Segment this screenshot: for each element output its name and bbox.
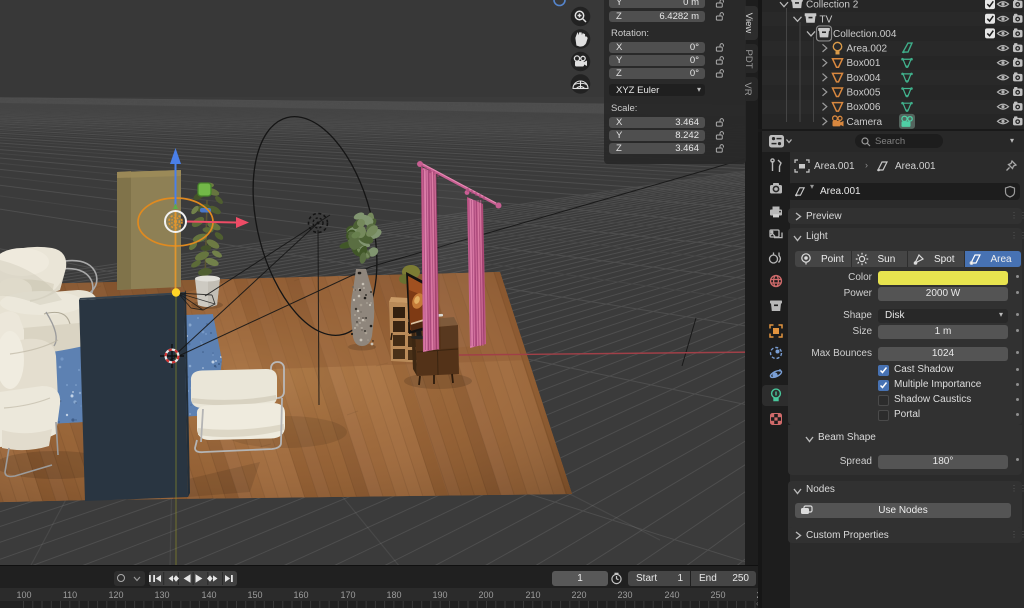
svg-text:Box001: Box001 <box>847 58 881 69</box>
svg-text:250: 250 <box>710 590 725 600</box>
svg-text:190: 190 <box>432 590 447 600</box>
svg-text:130: 130 <box>154 590 169 600</box>
svg-text:240: 240 <box>664 590 679 600</box>
svg-text:TV: TV <box>820 14 833 25</box>
svg-text:120: 120 <box>108 590 123 600</box>
svg-text:Area.002: Area.002 <box>847 44 888 55</box>
svg-text:Box006: Box006 <box>847 102 881 113</box>
svg-text:Box005: Box005 <box>847 88 881 99</box>
svg-text:220: 220 <box>571 590 586 600</box>
svg-text:Collection.004: Collection.004 <box>833 29 897 40</box>
svg-text:150: 150 <box>247 590 262 600</box>
svg-text:210: 210 <box>525 590 540 600</box>
svg-text:230: 230 <box>617 590 632 600</box>
svg-text:140: 140 <box>201 590 216 600</box>
svg-text:Collection 2: Collection 2 <box>806 0 859 11</box>
svg-text:180: 180 <box>386 590 401 600</box>
svg-text:Box004: Box004 <box>847 73 881 84</box>
svg-text:100: 100 <box>16 590 31 600</box>
svg-text:160: 160 <box>293 590 308 600</box>
svg-text:110: 110 <box>63 590 77 600</box>
svg-text:170: 170 <box>340 590 355 600</box>
svg-text:200: 200 <box>478 590 493 600</box>
svg-text:Camera: Camera <box>847 117 883 128</box>
